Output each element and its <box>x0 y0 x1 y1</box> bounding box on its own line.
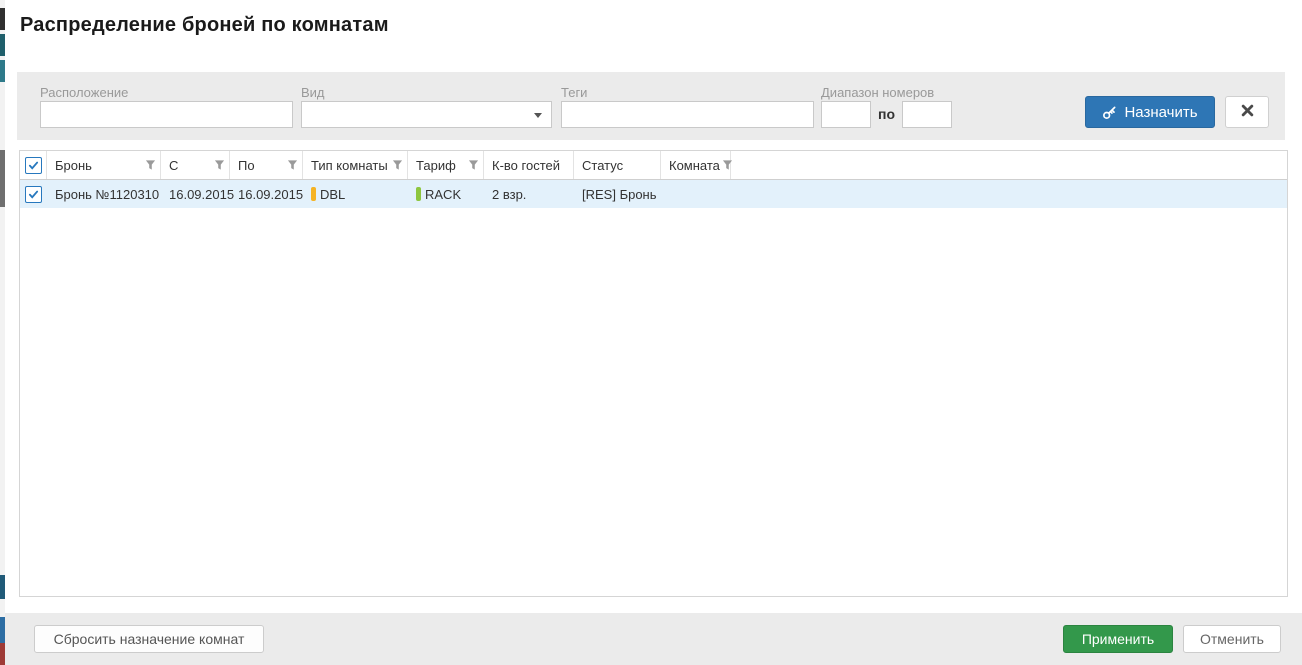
range-to-input[interactable] <box>902 101 952 128</box>
apply-button[interactable]: Применить <box>1063 625 1173 653</box>
reset-assignment-button[interactable]: Сбросить назначение комнат <box>34 625 264 653</box>
column-header-from[interactable]: С <box>161 151 230 179</box>
filter-icon[interactable] <box>145 159 156 171</box>
row-select-cell <box>20 180 47 208</box>
guests-cell: 2 взр. <box>492 186 527 202</box>
filter-icon[interactable] <box>392 159 403 171</box>
table-header-row: Бронь С По Тип комнаты Тариф К-во гостей… <box>20 151 1287 180</box>
background-window-edge <box>0 0 5 665</box>
bookings-table: Бронь С По Тип комнаты Тариф К-во гостей… <box>19 150 1288 597</box>
tags-label: Теги <box>561 85 588 100</box>
assign-button[interactable]: Назначить <box>1085 96 1215 128</box>
filter-icon[interactable] <box>468 159 479 171</box>
range-from-input[interactable] <box>821 101 871 128</box>
column-header-rate[interactable]: Тариф <box>408 151 484 179</box>
cancel-button[interactable]: Отменить <box>1183 625 1281 653</box>
range-label: Диапазон номеров <box>821 85 935 100</box>
status-cell: [RES] Бронь <box>582 186 657 202</box>
location-label: Расположение <box>40 85 129 100</box>
location-input[interactable] <box>40 101 293 128</box>
booking-cell: Бронь №1120310 <box>55 186 160 202</box>
filter-icon[interactable] <box>287 159 298 171</box>
rate-cell: RACK <box>408 180 484 208</box>
tags-input[interactable] <box>561 101 814 128</box>
assign-button-label: Назначить <box>1124 103 1198 121</box>
page-title: Распределение броней по комнатам <box>20 14 389 36</box>
column-header-guests[interactable]: К-во гостей <box>484 151 574 179</box>
column-header-filler <box>731 151 1287 179</box>
key-icon <box>1102 105 1117 120</box>
date-from-cell: 16.09.2015 <box>169 186 235 202</box>
column-header-booking[interactable]: Бронь <box>47 151 161 179</box>
view-dropdown[interactable] <box>301 101 552 128</box>
room-type-cell: DBL <box>303 180 408 208</box>
range-to-label: по <box>878 106 896 122</box>
select-all-cell <box>20 151 47 179</box>
rate-color-marker <box>416 187 421 201</box>
room-cell <box>661 180 731 208</box>
column-header-room-type[interactable]: Тип комнаты <box>303 151 408 179</box>
chevron-down-icon <box>534 113 542 118</box>
close-icon <box>1241 104 1254 121</box>
clear-filters-button[interactable] <box>1225 96 1269 128</box>
view-label: Вид <box>301 85 325 100</box>
filter-icon[interactable] <box>214 159 225 171</box>
filter-bar: Расположение Вид Теги Диапазон номеров п… <box>17 72 1285 140</box>
date-to-cell: 16.09.2015 <box>238 186 304 202</box>
column-header-room[interactable]: Комната <box>661 151 732 179</box>
select-all-checkbox[interactable] <box>24 156 42 174</box>
row-checkbox[interactable] <box>25 185 42 203</box>
dialog-footer: Сбросить назначение комнат Применить Отм… <box>5 613 1302 665</box>
table-row[interactable]: Бронь №1120310 16.09.2015 16.09.2015 DBL… <box>20 180 1287 208</box>
column-header-to[interactable]: По <box>230 151 303 179</box>
column-header-status[interactable]: Статус <box>574 151 661 179</box>
room-type-color-marker <box>311 187 316 201</box>
